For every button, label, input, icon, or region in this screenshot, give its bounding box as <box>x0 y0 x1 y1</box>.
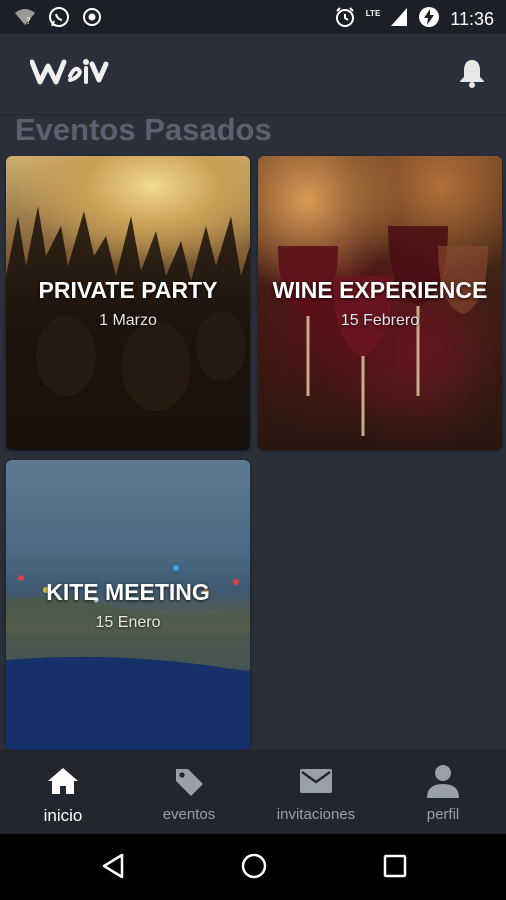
status-bar-right: LTE 11:36 <box>334 6 494 33</box>
person-icon <box>425 764 461 798</box>
wifi-question-icon: ? <box>14 7 36 32</box>
weiv-logo-icon <box>29 59 109 85</box>
mail-icon <box>299 764 333 798</box>
signal-icon <box>390 7 408 32</box>
event-title: WINE EXPERIENCE <box>272 276 488 303</box>
event-card-overlay: PRIVATE PARTY 1 Marzo <box>6 156 250 450</box>
nav-item-inicio[interactable]: inicio <box>0 750 126 834</box>
event-card-overlay: WINE EXPERIENCE 15 Febrero <box>258 156 502 450</box>
nav-label: perfil <box>426 806 460 823</box>
nav-label: eventos <box>162 806 216 823</box>
nav-item-invitaciones[interactable]: invitaciones <box>253 750 379 834</box>
event-date: 15 Enero <box>95 613 161 631</box>
system-navigation-bar <box>0 834 506 900</box>
recents-button[interactable] <box>382 852 408 885</box>
event-date: 15 Febrero <box>340 311 420 329</box>
record-icon <box>82 7 102 32</box>
nav-label: invitaciones <box>276 806 356 823</box>
nav-item-eventos[interactable]: eventos <box>126 750 252 834</box>
event-title: PRIVATE PARTY <box>38 276 218 303</box>
event-card-wine-experience[interactable]: WINE EXPERIENCE 15 Febrero <box>258 156 502 450</box>
tag-icon <box>172 764 206 798</box>
home-icon <box>46 764 80 798</box>
status-time: 11:36 <box>450 9 494 29</box>
event-card-private-party[interactable]: PRIVATE PARTY 1 Marzo <box>6 156 250 450</box>
home-circle-icon <box>241 853 267 879</box>
bottom-navigation: inicio eventos invitaciones perfil <box>0 750 506 834</box>
home-button[interactable] <box>240 852 268 885</box>
recents-icon <box>383 854 407 878</box>
section-title: Eventos Pasados <box>15 112 272 147</box>
status-bar-left: ? <box>14 6 102 33</box>
notifications-button[interactable] <box>458 58 486 93</box>
battery-charging-icon <box>418 6 440 33</box>
nav-label: inicio <box>43 806 83 825</box>
event-title: KITE MEETING <box>46 578 210 605</box>
bell-icon <box>460 60 484 88</box>
status-bar: ? LTE 11:36 <box>0 0 506 34</box>
alarm-icon <box>334 6 356 33</box>
app-logo[interactable] <box>29 54 110 97</box>
back-icon <box>102 853 124 879</box>
back-button[interactable] <box>100 852 126 885</box>
app-bar <box>0 34 506 114</box>
event-card-kite-meeting[interactable]: KITE MEETING 15 Enero <box>6 460 250 750</box>
event-date: 1 Marzo <box>99 311 157 329</box>
event-card-overlay: KITE MEETING 15 Enero <box>6 460 250 750</box>
nav-item-perfil[interactable]: perfil <box>380 750 506 834</box>
network-type: LTE <box>365 9 381 18</box>
svg-text:?: ? <box>26 17 31 27</box>
whatsapp-icon <box>48 6 70 33</box>
